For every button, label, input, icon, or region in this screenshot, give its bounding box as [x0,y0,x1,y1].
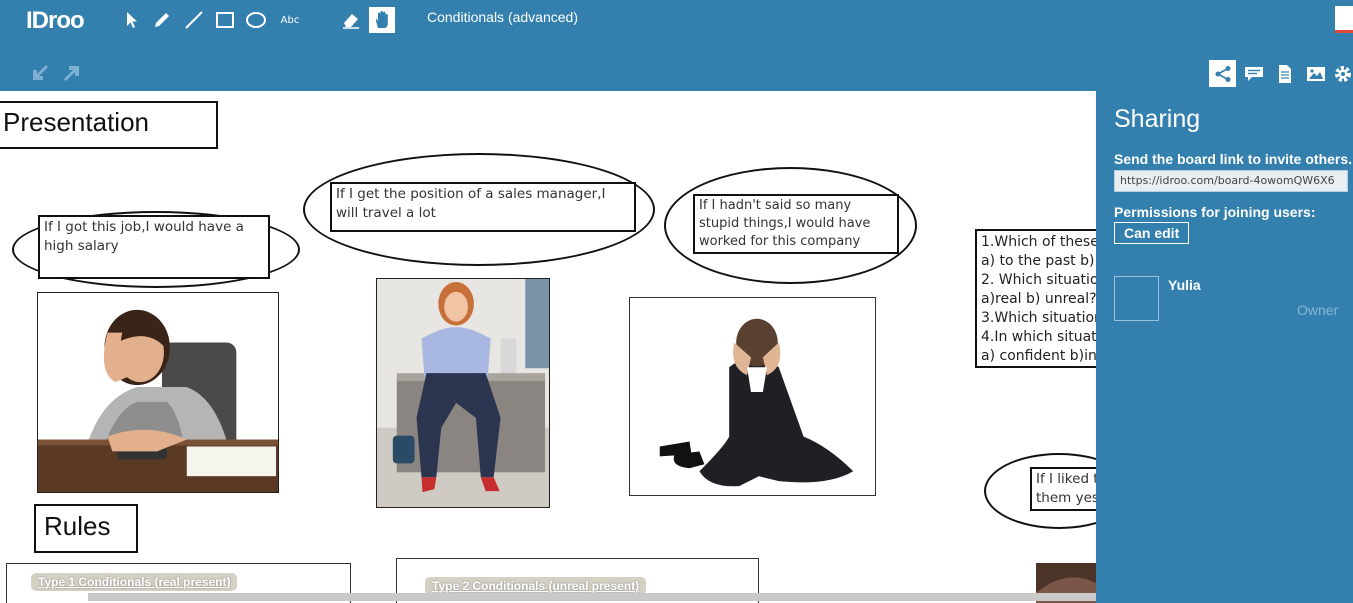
chat-icon [1244,66,1263,81]
user-name: Yulia [1168,277,1201,293]
gear-icon [1335,65,1351,82]
question-line: 3.Which situation [981,310,1096,326]
invite-text: Send the board link to invite others. [1114,151,1353,167]
document-icon [1278,64,1291,83]
presentation-title-box[interactable]: Presentation [0,101,218,149]
photo-stressed-man[interactable] [629,297,876,496]
photo-tired-woman[interactable] [37,292,279,493]
redo-button[interactable] [61,62,83,84]
share-panel-button[interactable] [1209,60,1236,87]
sticky-note[interactable]: If I liked t them yes [1030,467,1096,511]
sharing-title: Sharing [1114,105,1201,133]
rule-card-label: Type 1 Conditionals (real present) [31,573,238,591]
hand-tool-button[interactable] [369,7,395,33]
photo-stressed-man-image [630,298,875,495]
image-panel-button[interactable] [1302,60,1329,87]
avatar [1114,276,1159,321]
user-role: Owner [1297,302,1339,318]
note-text: If I get the position of a sales manager… [336,186,606,221]
image-icon [1306,66,1325,81]
photo-woman-on-desk-image [377,279,549,507]
line-tool-button[interactable] [181,7,207,33]
whiteboard-canvas[interactable]: Presentation If I got this job,I would h… [0,91,1096,603]
note-text: If I hadn't said so many stupid things,I… [699,198,871,249]
question-line: 2. Which situation [981,272,1096,288]
question-line: 4.In which situatio [981,329,1096,345]
chat-panel-button[interactable] [1240,60,1267,87]
arrow-down-left-icon [33,65,48,80]
arrow-up-right-icon [64,66,79,81]
share-icon [1215,65,1230,82]
eraser-icon [343,14,359,29]
sharing-panel: Sharing Send the board link to invite ot… [1096,91,1353,603]
color-swatch[interactable] [1335,6,1353,33]
presentation-title: Presentation [3,107,149,137]
rules-title-box[interactable]: Rules [34,504,138,553]
settings-panel-button[interactable] [1333,60,1353,87]
pencil-tool-button[interactable] [149,7,175,33]
sticky-note[interactable]: If I hadn't said so many stupid things,I… [693,194,899,254]
top-toolbar: IDroo Abc Conditionals (advanced) [0,0,1353,91]
question-line: a)real b) unreal? [981,291,1096,307]
undo-button[interactable] [29,62,51,84]
board-link-field[interactable]: https://idroo.com/board-4owomQW6X6 [1114,170,1348,192]
horizontal-scrollbar[interactable] [88,593,1096,601]
hand-icon [375,11,388,28]
permission-can-edit-button[interactable]: Can edit [1114,222,1190,244]
permissions-label: Permissions for joining users: [1114,204,1316,220]
rectangle-tool-button[interactable] [212,7,238,33]
question-line: 1.Which of these [981,234,1096,250]
board-title: Conditionals (advanced) [427,9,578,25]
document-panel-button[interactable] [1271,60,1298,87]
select-tool-button[interactable] [118,7,144,33]
note-text: If I got this job,I would have a high sa… [44,219,244,254]
select-icon [127,12,137,28]
rules-title: Rules [44,511,111,541]
question-line: a) to the past b) [981,253,1095,269]
ellipse-tool-button[interactable] [243,7,269,33]
questions-box[interactable]: 1.Which of these a) to the past b) 2. Wh… [975,229,1096,368]
rectangle-icon [216,12,234,28]
question-line: a) confident b)in [981,348,1096,364]
line-icon [185,11,203,29]
note-text: If I liked t them yes [1036,471,1096,506]
text-tool-icon: Abc [280,14,300,26]
ellipse-icon [246,12,266,28]
idroo-logo: IDroo [26,7,85,34]
photo-tired-woman-image [38,293,278,492]
pencil-icon [155,13,169,27]
sticky-note[interactable]: If I get the position of a sales manager… [330,182,636,232]
photo-woman-on-desk[interactable] [376,278,550,508]
sticky-note[interactable]: If I got this job,I would have a high sa… [38,215,270,279]
eraser-tool-button[interactable] [338,7,364,33]
text-tool-button[interactable]: Abc [276,7,304,33]
